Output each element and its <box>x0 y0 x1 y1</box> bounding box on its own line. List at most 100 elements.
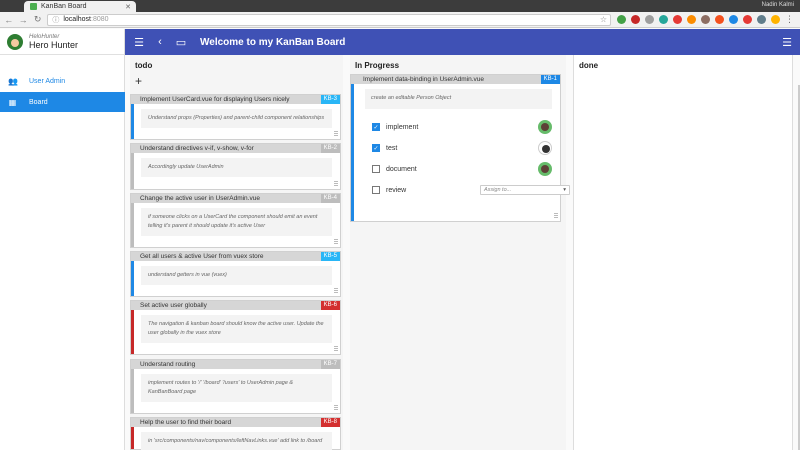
card-description: if someone clicks on a UserCard the comp… <box>141 208 332 236</box>
card-description: The navigation & kanban board should kno… <box>141 315 332 343</box>
extension-orange-icon[interactable] <box>686 15 696 24</box>
column-title: todo <box>135 61 153 70</box>
card-kb-2[interactable]: Understand directives v-if, v-show, v-fo… <box>130 143 341 190</box>
kanban-columns: todo + Implement UserCard.vue for displa… <box>125 55 800 450</box>
dashboard-icon: ▦ <box>8 97 17 107</box>
url-port: :8080 <box>91 16 109 23</box>
card-title: Implement UserCard.vue for displaying Us… <box>140 96 290 103</box>
sidebar-item-user-admin[interactable]: 👥 User Admin <box>0 71 125 91</box>
task-label: implement <box>386 123 419 131</box>
extension-stop-icon[interactable] <box>672 15 682 24</box>
card-badge: KB-8 <box>320 418 340 427</box>
card-kb-4[interactable]: Change the active user in UserAdmin.vue K… <box>130 193 341 248</box>
avatar[interactable] <box>538 162 552 176</box>
sidebar-item-label: Board <box>29 98 48 106</box>
card-title: Help the user to find their board <box>140 419 232 426</box>
extension-red-icon[interactable] <box>630 15 640 24</box>
vue-favicon-icon <box>30 3 37 10</box>
extension-blue-icon[interactable] <box>728 15 738 24</box>
task-checkbox[interactable] <box>372 165 380 173</box>
reload-icon[interactable]: ↻ <box>32 14 43 26</box>
browser-toolbar: ← → ↻ ⓘ localhost :8080 ☆ ⋮ <box>0 12 800 28</box>
column-done: done <box>573 55 793 450</box>
card-kb-6[interactable]: Set active user globally KB-6 The navigat… <box>130 300 341 355</box>
card-description: in 'src/components/nav/components/leftNa… <box>141 432 332 450</box>
avatar[interactable] <box>538 120 552 134</box>
task-label: test <box>386 144 398 152</box>
card-kb-8[interactable]: Help the user to find their board KB-8 in… <box>130 417 341 450</box>
extension-reddot-icon[interactable] <box>742 15 752 24</box>
card-badge: KB-1 <box>540 75 560 84</box>
card-description: understand getters in vue (vuex) <box>141 266 332 285</box>
task-item: ✓ test <box>372 141 552 155</box>
card-badge: KB-6 <box>320 301 340 310</box>
extension-brown-icon[interactable] <box>700 15 710 24</box>
users-icon: 👥 <box>8 76 18 86</box>
column-title: In Progress <box>355 61 400 70</box>
task-item: document <box>372 162 552 176</box>
card-description: Understand props (Properties) and parent… <box>141 109 332 128</box>
card-kb-3[interactable]: Implement UserCard.vue for displaying Us… <box>130 94 341 140</box>
app-bar: ☰ ‹ ▭ Welcome to my KanBan Board ☰ <box>125 29 800 55</box>
card-kb-5[interactable]: Get all users & active User from vuex st… <box>130 251 341 297</box>
extension-yellow-icon[interactable] <box>770 15 780 24</box>
extension-icons <box>616 15 785 24</box>
web-icon[interactable]: ▭ <box>174 35 188 49</box>
task-label: document <box>386 165 417 173</box>
card-title: Implement data-binding in UserAdmin.vue <box>363 76 485 83</box>
bookmark-star-icon[interactable]: ☆ <box>600 15 607 24</box>
card-color-bar <box>351 75 354 221</box>
assign-select[interactable]: Assign to... ▾ <box>480 185 570 195</box>
extension-vue-icon[interactable] <box>658 15 668 24</box>
card-kb-1[interactable]: Implement data-binding in UserAdmin.vue K… <box>350 74 570 222</box>
avatar <box>7 33 23 50</box>
card-description: Accordingly update UserAdmin <box>141 158 332 177</box>
avatar[interactable] <box>538 141 552 155</box>
extension-slate-icon[interactable] <box>756 15 766 24</box>
card-title: Set active user globally <box>140 302 207 309</box>
card-title: Change the active user in UserAdmin.vue <box>140 195 260 202</box>
browser-tab[interactable]: KanBan Board ✕ <box>24 1 136 12</box>
browser-user-label[interactable]: Nadin Kalmi <box>762 2 794 8</box>
task-checkbox[interactable]: ✓ <box>372 144 380 152</box>
card-badge: KB-2 <box>320 144 340 153</box>
card-badge: KB-4 <box>320 194 340 203</box>
card-title: Get all users & active User from vuex st… <box>140 253 264 260</box>
resize-handle[interactable] <box>334 346 338 352</box>
forward-arrow-icon[interactable]: → <box>17 14 28 26</box>
chevron-down-icon: ▾ <box>563 187 566 193</box>
menu-icon[interactable]: ☰ <box>132 35 146 49</box>
task-item: review Assign to... ▾ <box>372 183 570 197</box>
browser-menu-icon[interactable]: ⋮ <box>785 14 794 25</box>
sidebar-item-board[interactable]: ▦ Board <box>0 92 125 112</box>
card-badge: KB-5 <box>320 252 340 261</box>
card-title: Understand directives v-if, v-show, v-fo… <box>140 145 254 152</box>
column-in-progress: In Progress Implement data-binding in Us… <box>350 55 570 450</box>
back-arrow-icon[interactable]: ← <box>3 14 14 26</box>
chevron-left-icon[interactable]: ‹ <box>153 35 167 49</box>
task-item: ✓ implement <box>372 120 552 134</box>
info-icon[interactable]: ⓘ <box>52 15 59 25</box>
resize-handle[interactable] <box>554 213 558 219</box>
card-description: create an editable Person Object <box>365 89 552 109</box>
add-card-button[interactable]: + <box>135 74 142 88</box>
resize-handle[interactable] <box>334 181 338 187</box>
card-badge: KB-7 <box>320 360 340 369</box>
menu-right-icon[interactable]: ☰ <box>780 35 794 49</box>
resize-handle[interactable] <box>334 131 338 137</box>
task-checkbox[interactable] <box>372 186 380 194</box>
extension-gray-icon[interactable] <box>644 15 654 24</box>
resize-handle[interactable] <box>334 405 338 411</box>
profile-name: Hero Hunter <box>29 39 79 50</box>
extension-fire-icon[interactable] <box>714 15 724 24</box>
tab-close-icon[interactable]: ✕ <box>125 3 131 11</box>
resize-handle[interactable] <box>334 288 338 294</box>
assign-placeholder: Assign to... <box>484 187 512 193</box>
address-bar[interactable]: ⓘ localhost :8080 ☆ <box>47 13 611 26</box>
task-checkbox[interactable]: ✓ <box>372 123 380 131</box>
nav-drawer: HeloHunter Hero Hunter 👥 User Admin ▦ Bo… <box>0 29 125 450</box>
extension-shield-icon[interactable] <box>616 15 626 24</box>
card-kb-7[interactable]: Understand routing KB-7 implement routes … <box>130 359 341 414</box>
column-title: done <box>579 61 599 70</box>
resize-handle[interactable] <box>334 239 338 245</box>
